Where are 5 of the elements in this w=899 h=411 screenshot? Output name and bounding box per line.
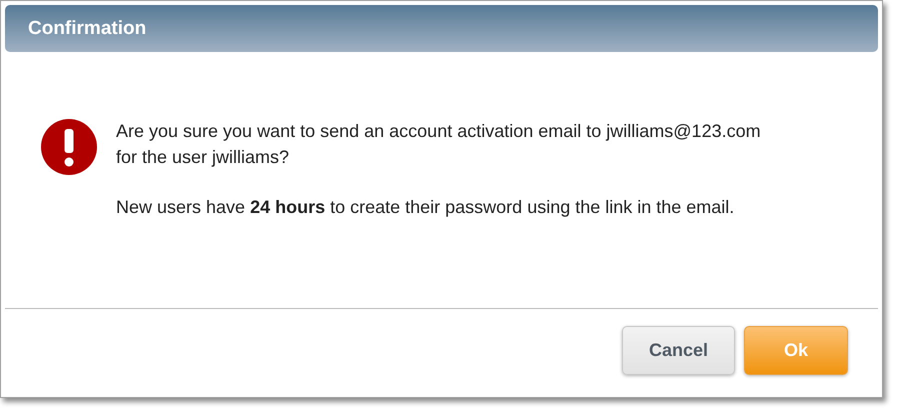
cancel-button[interactable]: Cancel (622, 326, 735, 375)
message-text: Are you sure you want to send an account activation email to jwilliams@123.com for the user jwilliams? (116, 120, 762, 169)
error-icon (40, 118, 98, 176)
dialog-title: Confirmation (5, 5, 878, 52)
message-text: New users have 24 hours to create their password using the link in the email. (116, 196, 736, 219)
